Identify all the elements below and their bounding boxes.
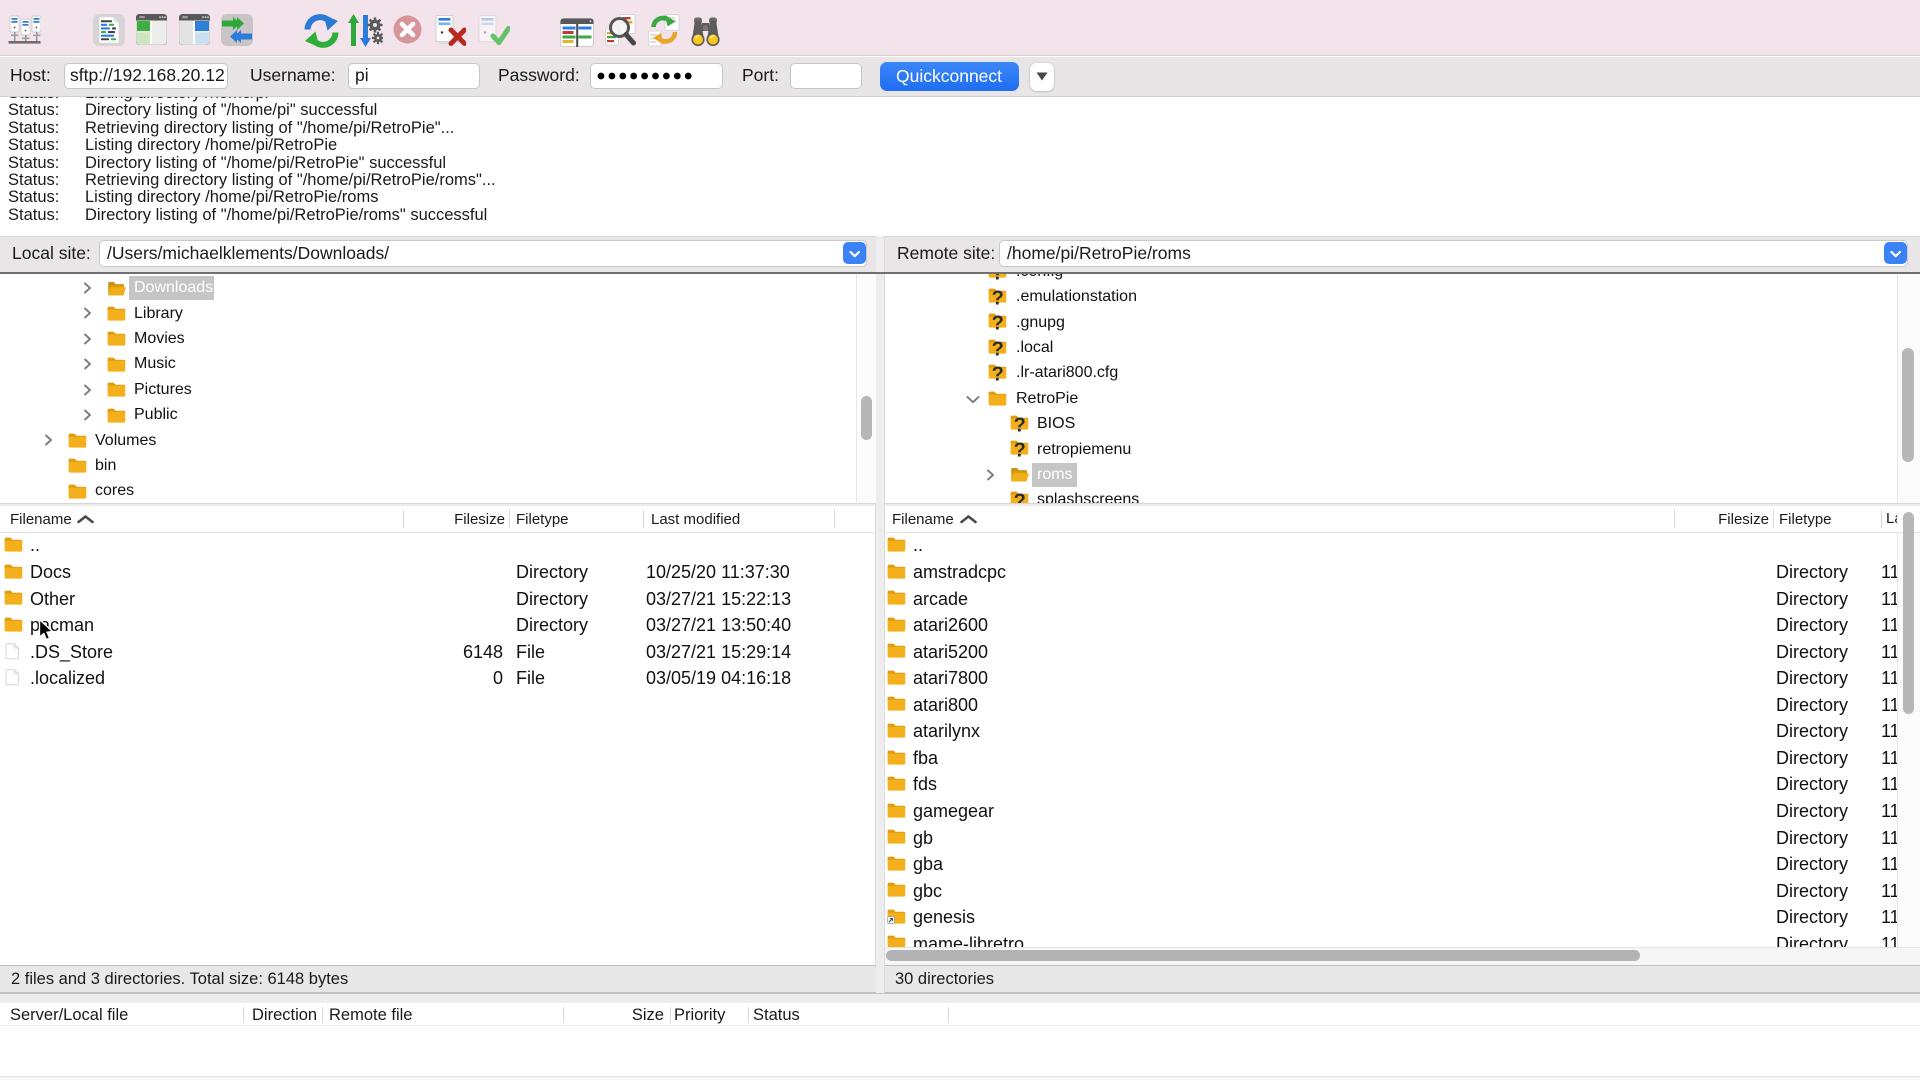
svg-text:?: ?	[992, 364, 1004, 384]
svg-text:?: ?	[992, 313, 1004, 333]
svg-text:?: ?	[1014, 440, 1026, 460]
svg-text:?: ?	[1014, 415, 1026, 435]
svg-text:?: ?	[992, 288, 1004, 308]
svg-text:?: ?	[992, 338, 1004, 358]
